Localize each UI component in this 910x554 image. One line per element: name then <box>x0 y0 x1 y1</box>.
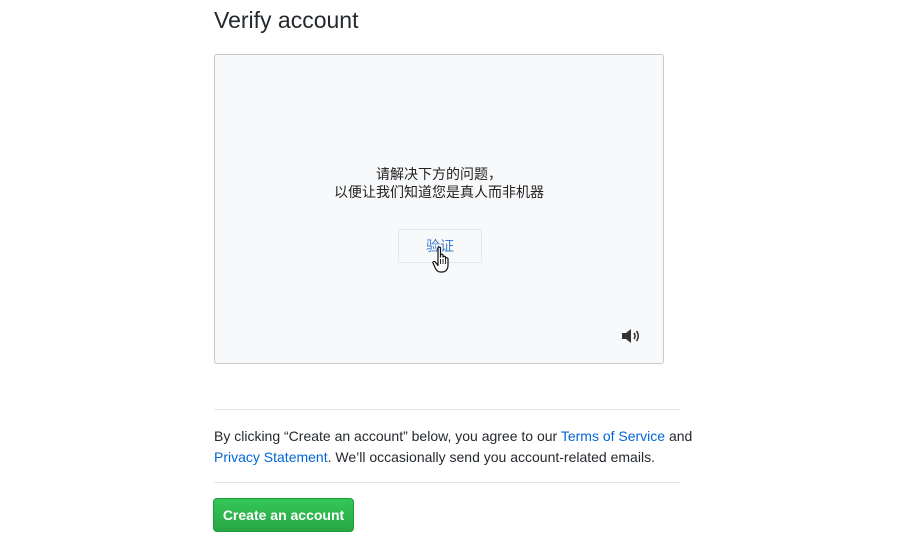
verify-account-page: Verify account 请解决下方的问题， 以便让我们知道您是真人而非机器… <box>0 0 910 554</box>
divider-bottom <box>214 482 680 483</box>
terms-text-middle: and <box>665 428 693 444</box>
speaker-icon[interactable] <box>621 327 643 345</box>
privacy-statement-link[interactable]: Privacy Statement <box>214 449 328 465</box>
terms-text-after: . We’ll occasionally send you account-re… <box>327 449 655 465</box>
create-account-button[interactable]: Create an account <box>213 498 354 532</box>
terms-notice: By clicking “Create an account” below, y… <box>214 426 694 468</box>
page-title: Verify account <box>214 7 359 33</box>
verify-button[interactable]: 验证 <box>398 229 482 263</box>
terms-text-before: By clicking “Create an account” below, y… <box>214 428 561 444</box>
captcha-prompt: 请解决下方的问题， 以便让我们知道您是真人而非机器 <box>215 166 663 202</box>
captcha-prompt-line-1: 请解决下方的问题， <box>376 167 502 183</box>
captcha-frame: 请解决下方的问题， 以便让我们知道您是真人而非机器 验证 <box>214 54 664 364</box>
captcha-prompt-line-2: 以便让我们知道您是真人而非机器 <box>334 185 544 201</box>
divider-top <box>214 409 680 410</box>
terms-of-service-link[interactable]: Terms of Service <box>561 428 665 444</box>
